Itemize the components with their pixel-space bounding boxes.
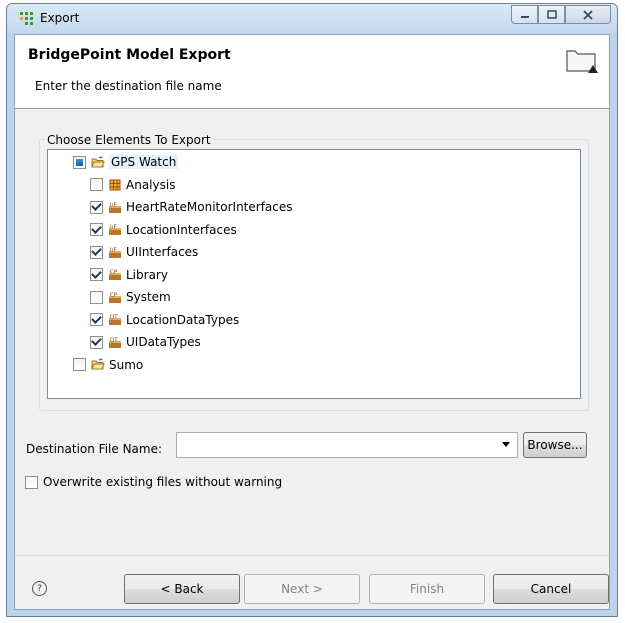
overwrite-label: Overwrite existing files without warning [43, 475, 283, 489]
svg-text:I/F: I/F [110, 225, 117, 231]
cancel-button[interactable]: Cancel [493, 574, 609, 604]
help-icon[interactable]: ? [32, 581, 47, 596]
dropdown-arrow-icon[interactable] [502, 442, 510, 447]
tree-item-label: LocationInterfaces [126, 222, 237, 237]
tree-item[interactable]: Analysis [90, 175, 175, 195]
destination-file-combo[interactable] [176, 432, 518, 458]
maximize-button[interactable] [538, 5, 565, 24]
finish-button[interactable]: Finish [369, 574, 485, 604]
svg-text:I/F: I/F [110, 202, 117, 208]
project-folder-icon [91, 155, 105, 169]
component-package-icon: CP [108, 290, 122, 304]
title-bar[interactable]: Export [7, 4, 617, 33]
browse-button[interactable]: Browse... [523, 432, 587, 458]
tree-item-checkbox[interactable] [90, 268, 103, 281]
tree-item[interactable]: DT UIDataTypes [90, 332, 201, 352]
tree-item-checkbox[interactable] [90, 245, 103, 259]
close-button[interactable] [565, 5, 611, 24]
export-dialog-window: Export BridgePoint Model Export Enter th… [6, 3, 618, 617]
wizard-banner: BridgePoint Model Export Enter the desti… [15, 35, 609, 109]
window-title: Export [40, 11, 80, 25]
folder-icon [566, 50, 598, 73]
footer-separator [15, 555, 609, 556]
minimize-icon [520, 15, 529, 18]
svg-text:DT: DT [110, 337, 118, 343]
tree-item-label: GPS Watch [109, 155, 179, 169]
tree-item-checkbox[interactable] [90, 178, 103, 191]
svg-text:CP: CP [110, 270, 118, 276]
page-description: Enter the destination file name [35, 79, 222, 93]
svg-text:CP: CP [110, 292, 118, 298]
tree-item-label: UIDataTypes [126, 335, 201, 349]
package-grid-icon [108, 178, 122, 192]
page-title: BridgePoint Model Export [28, 47, 231, 63]
elements-group: GPS Watch Analysis I/F HeartRateMonitorInte… [39, 139, 589, 411]
tree-item-checkbox[interactable] [90, 335, 103, 349]
tree-item[interactable]: DT LocationDataTypes [90, 310, 239, 330]
tree-item-label: Sumo [109, 357, 144, 372]
overwrite-option[interactable]: Overwrite existing files without warning [25, 475, 282, 489]
interface-package-icon: I/F [108, 245, 122, 259]
component-package-icon: CP [108, 268, 122, 282]
overwrite-checkbox[interactable] [25, 475, 38, 489]
tree-item-checkbox[interactable] [90, 200, 103, 214]
tree-item-checkbox[interactable] [90, 223, 103, 236]
minimize-button[interactable] [511, 5, 538, 24]
elements-tree[interactable]: GPS Watch Analysis I/F HeartRateMonitorInte… [47, 149, 581, 399]
tree-item-checkbox[interactable] [73, 155, 86, 169]
svg-text:I/F: I/F [110, 247, 117, 253]
elements-group-label: Choose Elements To Export [45, 133, 213, 147]
close-icon [583, 9, 593, 20]
maximize-icon [546, 9, 557, 19]
tree-item-checkbox[interactable] [90, 290, 103, 304]
tree-item[interactable]: I/F UIInterfaces [90, 242, 198, 262]
datatype-package-icon: DT [108, 313, 122, 327]
tree-item[interactable]: GPS Watch [73, 152, 179, 172]
tree-item-label: UIInterfaces [126, 245, 199, 259]
tree-item[interactable]: I/F HeartRateMonitorInterfaces [90, 197, 293, 217]
interface-package-icon: I/F [108, 200, 122, 214]
tree-item-checkbox[interactable] [73, 358, 86, 371]
tree-item-label: Analysis [126, 177, 176, 192]
project-folder-icon [91, 358, 105, 372]
next-button[interactable]: Next > [244, 574, 360, 604]
tree-item-label: System [126, 290, 171, 304]
tree-item[interactable]: CP System [90, 287, 171, 307]
destination-label: Destination File Name: [26, 442, 163, 456]
dialog-client-area: BridgePoint Model Export Enter the desti… [14, 34, 610, 610]
interface-package-icon: I/F [108, 223, 122, 237]
back-button[interactable]: < Back [124, 574, 240, 604]
tree-item-label: LocationDataTypes [126, 312, 240, 327]
tree-item[interactable]: CP Library [90, 265, 168, 285]
tree-item[interactable]: Sumo [73, 355, 143, 375]
app-icon [20, 12, 33, 25]
tree-item-label: HeartRateMonitorInterfaces [126, 200, 293, 214]
datatype-package-icon: DT [108, 335, 122, 349]
tree-item-label: Library [126, 267, 168, 282]
tree-item-checkbox[interactable] [90, 313, 103, 326]
tree-item[interactable]: I/F LocationInterfaces [90, 220, 237, 240]
svg-text:DT: DT [110, 315, 118, 321]
